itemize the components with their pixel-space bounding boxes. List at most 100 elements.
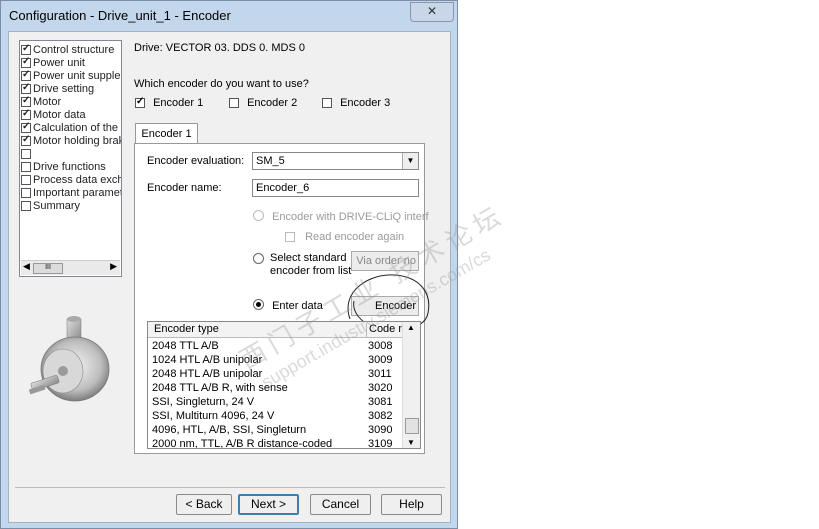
tree-item-label: Control structure: [33, 44, 115, 56]
encoder-evaluation-select[interactable]: SM_5 ▼: [252, 152, 419, 170]
next-button[interactable]: Next >: [238, 494, 299, 515]
code-cell: 3109: [368, 438, 393, 449]
code-cell: 3090: [368, 424, 393, 436]
tree-item[interactable]: Motor data: [21, 108, 86, 122]
checkbox-icon[interactable]: [21, 175, 31, 185]
scroll-left-icon[interactable]: ◀: [23, 261, 30, 272]
window-title: Configuration - Drive_unit_1 - Encoder: [9, 8, 231, 23]
tree-item-label: Motor holding brake: [33, 135, 122, 147]
code-cell: 3011: [368, 368, 392, 380]
chevron-down-icon[interactable]: ▼: [402, 153, 418, 169]
checkbox-icon[interactable]: [21, 162, 31, 172]
tree-item-label: Drive setting: [33, 83, 95, 95]
encoder-image: [28, 316, 110, 402]
close-icon: ✕: [426, 4, 438, 18]
via-order-number-button[interactable]: Via order no: [351, 251, 419, 271]
encoder-3-label: Encoder 3: [340, 97, 391, 109]
scroll-thumb[interactable]: [405, 418, 419, 434]
checkbox-icon[interactable]: [229, 98, 239, 108]
encoder-type-cell: 2000 nm, TTL, A/B R distance-coded: [152, 438, 333, 449]
list-item[interactable]: SSI, Multiturn 4096, 24 V 3082: [152, 410, 402, 424]
tree-horizontal-scrollbar[interactable]: ◀ III ▶: [21, 260, 120, 275]
tree-item[interactable]: Power unit: [21, 56, 85, 70]
back-button[interactable]: < Back: [176, 494, 232, 515]
encoder-type-cell: 2048 TTL A/B: [152, 340, 219, 352]
tree-item[interactable]: Drive functions: [21, 161, 106, 174]
option-standard[interactable]: [253, 253, 264, 266]
encoder-type-cell: 2048 HTL A/B unipolar: [152, 368, 263, 380]
radio-icon: [253, 210, 264, 221]
checkbox-icon[interactable]: [21, 188, 31, 198]
tree-item[interactable]: Drive setting: [21, 82, 95, 96]
tree-item-label: Important parameters: [33, 187, 122, 199]
column-code[interactable]: Code n: [366, 323, 403, 337]
checkbox-icon[interactable]: [21, 134, 31, 146]
encoder-3-checkbox[interactable]: Encoder 3: [322, 97, 390, 109]
navigation-tree[interactable]: Control structurePower unitPower unit su…: [19, 40, 122, 277]
radio-icon[interactable]: [253, 253, 264, 264]
checkbox-icon[interactable]: [21, 56, 31, 68]
tree-item[interactable]: Power unit supplementary data: [21, 69, 121, 83]
list-item[interactable]: 2048 HTL A/B unipolar 3011: [152, 368, 402, 382]
help-button[interactable]: Help: [381, 494, 442, 515]
radio-icon[interactable]: [253, 299, 264, 310]
option-enter-data[interactable]: Enter data: [253, 299, 323, 312]
checkbox-icon[interactable]: [135, 96, 145, 108]
tree-item[interactable]: Important parameters: [21, 187, 122, 200]
checkbox-icon[interactable]: [21, 69, 31, 81]
evaluation-value: SM_5: [256, 155, 285, 167]
tree-item-label: Process data exchange: [33, 174, 122, 186]
tab-encoder-1[interactable]: Encoder 1: [135, 123, 198, 144]
encoder-1-checkbox[interactable]: Encoder 1: [135, 96, 203, 109]
encoder-type-cell: SSI, Multiturn 4096, 24 V: [152, 410, 275, 422]
list-vertical-scrollbar[interactable]: ▲ ▼: [402, 322, 420, 448]
encoder-type-list[interactable]: Encoder type Code n 2048 TTL A/B 3008 1024…: [147, 321, 421, 449]
encoder-type-cell: 2048 TTL A/B R, with sense: [152, 382, 288, 394]
tree-item[interactable]: Motor holding brake: [21, 134, 122, 148]
checkbox-icon[interactable]: [21, 82, 31, 94]
encoder-2-label: Encoder 2: [247, 97, 298, 109]
encoder-type-cell: 4096, HTL, A/B, SSI, Singleturn: [152, 424, 307, 436]
option-standard-line1: Select standard: [270, 252, 347, 264]
tree-item[interactable]: Calculation of the motor data: [21, 121, 121, 135]
name-label: Encoder name:: [147, 182, 222, 194]
checkbox-icon[interactable]: [21, 95, 31, 107]
list-item[interactable]: SSI, Singleturn, 24 V 3081: [152, 396, 402, 410]
close-button[interactable]: ✕: [410, 2, 454, 22]
code-cell: 3082: [368, 410, 393, 422]
checkbox-icon[interactable]: [21, 43, 31, 55]
scroll-thumb[interactable]: III: [33, 263, 63, 274]
tree-item-label: Drive functions: [33, 161, 106, 173]
checkbox-icon[interactable]: [21, 149, 31, 159]
evaluation-label: Encoder evaluation:: [147, 155, 245, 167]
scroll-up-icon[interactable]: ▲: [407, 323, 415, 332]
checkbox-icon[interactable]: [322, 98, 332, 108]
checkbox-icon[interactable]: [21, 108, 31, 120]
scroll-right-icon[interactable]: ▶: [110, 261, 117, 272]
tree-item[interactable]: [21, 148, 113, 161]
column-encoder-type[interactable]: Encoder type: [154, 323, 219, 335]
list-item[interactable]: 2048 TTL A/B R, with sense 3020: [152, 382, 402, 396]
checkbox-icon[interactable]: [21, 121, 31, 133]
encoder-name-field[interactable]: Encoder_6: [252, 179, 419, 197]
tree-item[interactable]: Summary: [21, 200, 80, 213]
list-item[interactable]: 2048 TTL A/B 3008: [152, 340, 402, 354]
list-item[interactable]: 2000 nm, TTL, A/B R distance-coded 3109: [152, 438, 402, 449]
title-bar[interactable]: Configuration - Drive_unit_1 - Encoder ✕: [1, 1, 457, 31]
list-item[interactable]: 1024 HTL A/B unipolar 3009: [152, 354, 402, 368]
code-cell: 3009: [368, 354, 393, 366]
encoder-type-cell: 1024 HTL A/B unipolar: [152, 354, 263, 366]
code-cell: 3008: [368, 340, 393, 352]
cancel-button[interactable]: Cancel: [310, 494, 371, 515]
configuration-window: Configuration - Drive_unit_1 - Encoder ✕…: [0, 0, 458, 529]
scroll-down-icon[interactable]: ▼: [407, 438, 415, 447]
checkbox-icon[interactable]: [21, 201, 31, 211]
encoder-2-checkbox[interactable]: Encoder 2: [229, 97, 297, 109]
option-drivecliq: Encoder with DRIVE-CLiQ interf: [253, 210, 429, 223]
tree-item-label: Summary: [33, 200, 81, 212]
list-item[interactable]: 4096, HTL, A/B, SSI, Singleturn 3090: [152, 424, 402, 438]
list-header: Encoder type Code n: [148, 322, 403, 338]
encoder-question: Which encoder do you want to use?: [134, 78, 309, 90]
tree-item[interactable]: Control structure: [21, 43, 115, 57]
tree-item[interactable]: Process data exchange: [21, 174, 122, 187]
